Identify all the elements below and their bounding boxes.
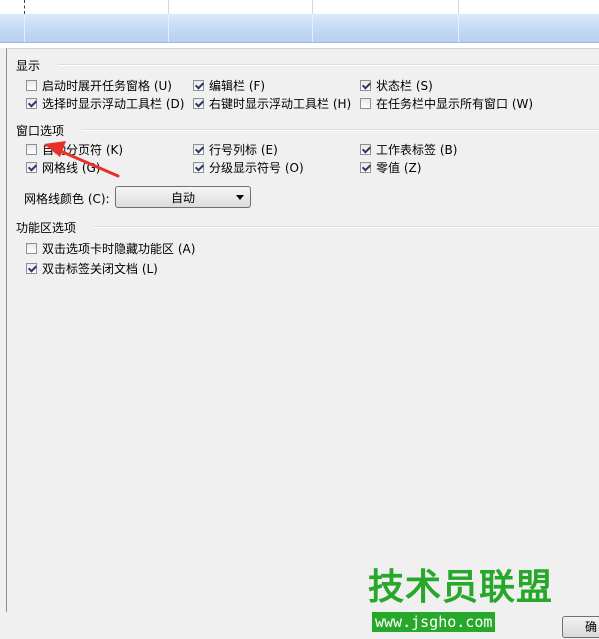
watermark-text: 技术员联盟 [368, 567, 554, 608]
checkbox-label: 在任务栏中显示所有窗口 (W) [376, 96, 534, 111]
chevron-down-icon [236, 195, 244, 200]
checkbox-box[interactable] [26, 262, 37, 274]
checkbox-mini-toolbar-select[interactable]: 选择时显示浮动工具栏 (D) [26, 95, 184, 111]
checkbox-label: 网格线 (G) [42, 160, 101, 175]
checkbox-label: 选择时显示浮动工具栏 (D) [42, 96, 185, 111]
band-divider [168, 14, 169, 42]
checkbox-label: 状态栏 (S) [376, 78, 433, 93]
checkbox-box[interactable] [360, 161, 371, 173]
checkbox-status-bar[interactable]: 状态栏 (S) [360, 77, 433, 93]
gridline-color-value: 自动 [170, 190, 195, 205]
grid-line [458, 0, 459, 14]
checkbox-label: 行号列标 (E) [209, 142, 278, 157]
top-sheet-strip [0, 0, 599, 14]
checkbox-box[interactable] [26, 161, 37, 173]
grid-line [312, 0, 313, 14]
checkbox-box[interactable] [360, 97, 371, 109]
checkbox-formula-bar[interactable]: 编辑栏 (F) [193, 77, 265, 93]
checkbox-mini-toolbar-rightclick[interactable]: 右键时显示浮动工具栏 (H) [193, 95, 351, 111]
checkbox-label: 右键时显示浮动工具栏 (H) [209, 96, 352, 111]
checkbox-taskbar-windows[interactable]: 在任务栏中显示所有窗口 (W) [360, 95, 533, 111]
checkbox-sheet-tabs[interactable]: 工作表标签 (B) [360, 141, 457, 157]
checkbox-label: 启动时展开任务窗格 (U) [42, 78, 172, 93]
section-title-display: 显示 [16, 59, 41, 73]
checkbox-label: 分级显示符号 (O) [209, 160, 304, 175]
grid-line [168, 0, 169, 14]
checkbox-box[interactable] [193, 79, 204, 91]
options-panel [0, 48, 599, 639]
checkbox-show-taskpane[interactable]: 启动时展开任务窗格 (U) [26, 77, 172, 93]
section-divider [58, 64, 599, 66]
checkbox-label: 双击标签关闭文档 (L) [42, 261, 158, 276]
checkbox-outline-symbols[interactable]: 分级显示符号 (O) [193, 159, 304, 175]
checkbox-label: 工作表标签 (B) [376, 142, 458, 157]
watermark-logo: 技术员联盟 www.jsgho.com [368, 568, 558, 638]
band-divider [24, 14, 25, 42]
checkbox-label: 零值 (Z) [376, 160, 422, 175]
checkbox-box[interactable] [360, 143, 371, 155]
section-title-ribbon: 功能区选项 [16, 221, 77, 235]
checkbox-box[interactable] [26, 143, 37, 155]
checkbox-row-col-headers[interactable]: 行号列标 (E) [193, 141, 278, 157]
checkbox-label: 自动分页符 (K) [42, 142, 124, 157]
band-divider [458, 14, 459, 42]
checkbox-box[interactable] [193, 161, 204, 173]
gridline-color-dropdown[interactable]: 自动 [115, 186, 251, 208]
checkbox-dblclick-close-doc[interactable]: 双击标签关闭文档 (L) [26, 260, 158, 276]
section-divider [94, 226, 599, 228]
checkbox-box[interactable] [26, 97, 37, 109]
gridline-color-label: 网格线颜色 (C): [24, 192, 110, 206]
watermark-url: www.jsgho.com [372, 612, 496, 632]
checkbox-box[interactable] [193, 143, 204, 155]
ribbon-band [0, 14, 599, 43]
checkbox-box[interactable] [193, 97, 204, 109]
checkbox-dblclick-hide-ribbon[interactable]: 双击选项卡时隐藏功能区 (A) [26, 240, 195, 256]
checkbox-box[interactable] [360, 79, 371, 91]
options-content [6, 48, 599, 612]
checkbox-box[interactable] [26, 242, 37, 254]
checkbox-gridlines[interactable]: 网格线 (G) [26, 159, 100, 175]
checkbox-label: 双击选项卡时隐藏功能区 (A) [42, 241, 196, 256]
checkbox-label: 编辑栏 (F) [209, 78, 266, 93]
page-break-line [24, 0, 25, 14]
section-title-window: 窗口选项 [16, 124, 65, 138]
checkbox-zero-values[interactable]: 零值 (Z) [360, 159, 421, 175]
section-divider [82, 129, 599, 131]
checkbox-box[interactable] [26, 79, 37, 91]
ok-button[interactable]: 确 [562, 616, 599, 638]
checkbox-page-breaks[interactable]: 自动分页符 (K) [26, 141, 123, 157]
band-divider [312, 14, 313, 42]
